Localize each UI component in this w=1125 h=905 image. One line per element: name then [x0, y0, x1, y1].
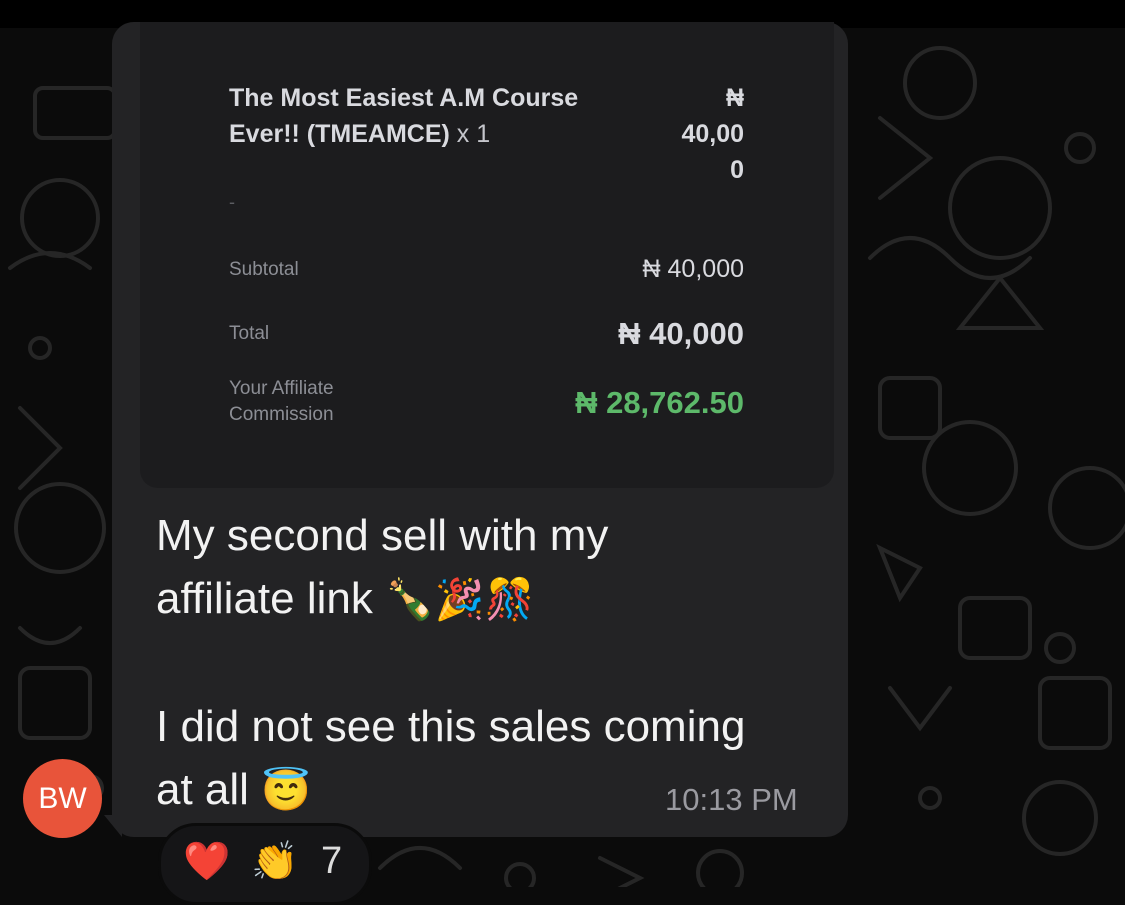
reactions-pill[interactable]: ❤️ 👏 7	[158, 823, 372, 905]
commission-label: Your Affiliate Commission	[229, 378, 334, 425]
bubble-tail	[104, 815, 122, 837]
message-timestamp: 10:13 PM	[665, 782, 798, 817]
subtotal-value: ₦ 40,000	[642, 255, 744, 283]
celebration-emojis: 🍾🎉🎊	[385, 578, 535, 622]
reaction-count: 7	[321, 840, 343, 882]
message-text: My second sell with my affiliate link 🍾🎉…	[156, 511, 746, 814]
product-quantity: x 1	[456, 120, 491, 148]
commission-value: ₦ 28,762.50	[575, 385, 744, 420]
total-value: ₦ 40,000	[618, 316, 744, 351]
product-price: ₦ 40,00 0	[681, 84, 744, 184]
receipt-separator: -	[229, 192, 235, 212]
subtotal-label: Subtotal	[229, 259, 299, 280]
clap-reaction-icon: 👏	[251, 841, 299, 883]
total-label: Total	[229, 323, 270, 344]
sender-avatar[interactable]: BW	[23, 759, 102, 838]
product-name: The Most Easiest A.M Course Ever!! (TMEA…	[229, 84, 579, 148]
heart-reaction-icon: ❤️	[183, 841, 231, 883]
halo-emoji: 😇	[261, 769, 311, 813]
